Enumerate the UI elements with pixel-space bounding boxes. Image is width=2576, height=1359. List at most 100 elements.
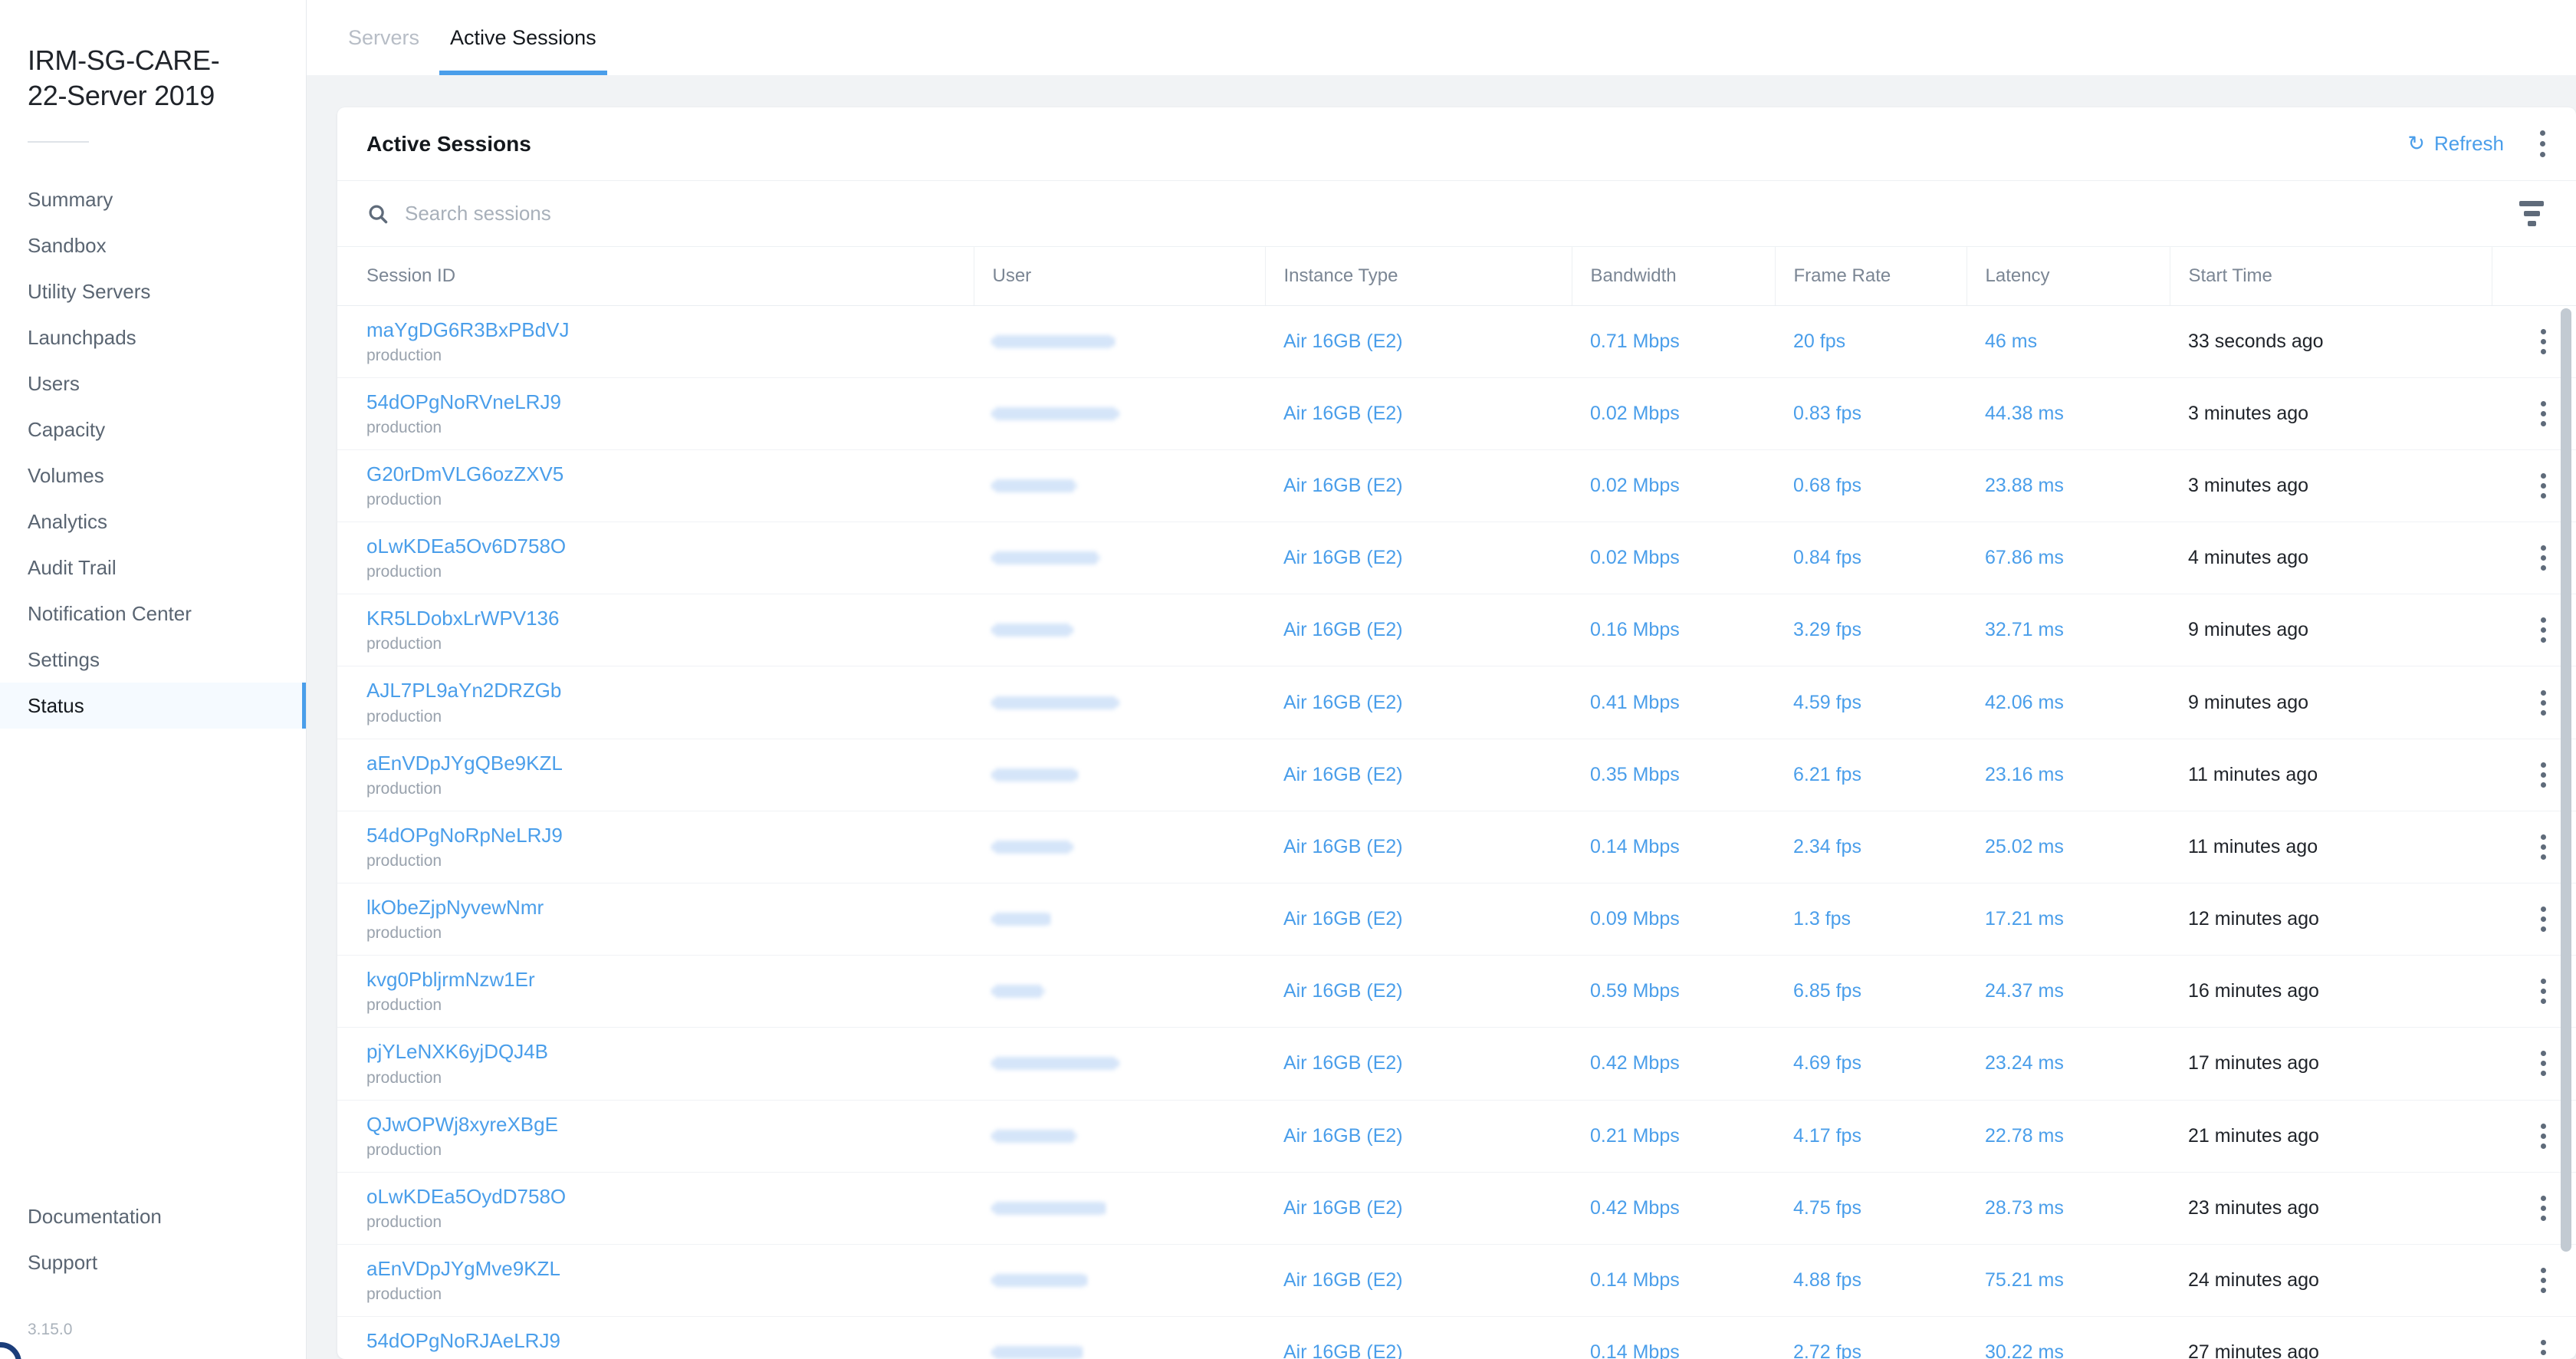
cell-start-time: 9 minutes ago bbox=[2170, 594, 2492, 666]
table-row[interactable]: 54dOPgNoRpNeLRJ9productionAir 16GB (E2)0… bbox=[337, 811, 2576, 883]
sidebar-item-notification-center[interactable]: Notification Center bbox=[0, 591, 306, 637]
refresh-button[interactable]: ↻ Refresh bbox=[2407, 132, 2504, 156]
card-header: Active Sessions ↻ Refresh bbox=[337, 107, 2576, 181]
sidebar-item-volumes[interactable]: Volumes bbox=[0, 452, 306, 499]
sidebar-item-sandbox[interactable]: Sandbox bbox=[0, 222, 306, 268]
cell-bandwidth: 0.21 Mbps bbox=[1572, 1100, 1775, 1172]
cell-session-id: G20rDmVLG6ozZXV5production bbox=[337, 449, 974, 522]
table-row[interactable]: KR5LDobxLrWPV136productionAir 16GB (E2)0… bbox=[337, 594, 2576, 666]
cell-start-time: 33 seconds ago bbox=[2170, 305, 2492, 377]
table-row[interactable]: aEnVDpJYgQBe9KZLproductionAir 16GB (E2)0… bbox=[337, 739, 2576, 811]
cell-session-id: maYgDG6R3BxPBdVJproduction bbox=[337, 305, 974, 377]
refresh-icon: ↻ bbox=[2407, 133, 2425, 154]
sidebar-item-audit-trail[interactable]: Audit Trail bbox=[0, 545, 306, 591]
cell-latency: 67.86 ms bbox=[1967, 522, 2170, 594]
session-id-link[interactable]: maYgDG6R3BxPBdVJ bbox=[366, 318, 974, 342]
column-header-start-time[interactable]: Start Time bbox=[2170, 247, 2492, 305]
table-row[interactable]: 54dOPgNoRVneLRJ9productionAir 16GB (E2)0… bbox=[337, 377, 2576, 449]
cell-start-time: 27 minutes ago bbox=[2170, 1317, 2492, 1359]
tab-servers[interactable]: Servers bbox=[337, 0, 430, 75]
cell-user bbox=[974, 1100, 1265, 1172]
sidebar-item-users[interactable]: Users bbox=[0, 360, 306, 406]
cell-frame-rate: 2.72 fps bbox=[1775, 1317, 1967, 1359]
redacted-user-value bbox=[992, 335, 1115, 348]
session-id-link[interactable]: 54dOPgNoRVneLRJ9 bbox=[366, 390, 974, 414]
table-row[interactable]: kvg0PbljrmNzw1ErproductionAir 16GB (E2)0… bbox=[337, 956, 2576, 1028]
cell-latency: 32.71 ms bbox=[1967, 594, 2170, 666]
sidebar-divider bbox=[28, 141, 89, 143]
session-id-link[interactable]: aEnVDpJYgQBe9KZL bbox=[366, 752, 974, 775]
session-id-link[interactable]: pjYLeNXK6yjDQJ4B bbox=[366, 1040, 974, 1064]
column-header-user[interactable]: User bbox=[974, 247, 1265, 305]
column-header-latency[interactable]: Latency bbox=[1967, 247, 2170, 305]
table-row[interactable]: oLwKDEa5OydD758OproductionAir 16GB (E2)0… bbox=[337, 1172, 2576, 1244]
session-id-link[interactable]: 54dOPgNoRJAeLRJ9 bbox=[366, 1329, 974, 1353]
app-root: IRM-SG-CARE-22-Server 2019 SummarySandbo… bbox=[0, 0, 2576, 1359]
redacted-user-value bbox=[992, 1057, 1119, 1070]
table-row[interactable]: pjYLeNXK6yjDQJ4BproductionAir 16GB (E2)0… bbox=[337, 1028, 2576, 1100]
sidebar-item-utility-servers[interactable]: Utility Servers bbox=[0, 268, 306, 314]
table-vertical-scrollbar[interactable] bbox=[2561, 308, 2571, 1282]
cell-start-time: 16 minutes ago bbox=[2170, 956, 2492, 1028]
sidebar-item-settings[interactable]: Settings bbox=[0, 637, 306, 683]
column-header-instance-type[interactable]: Instance Type bbox=[1265, 247, 1572, 305]
redacted-user-value bbox=[992, 1346, 1084, 1359]
table-row[interactable]: G20rDmVLG6ozZXV5productionAir 16GB (E2)0… bbox=[337, 449, 2576, 522]
session-id-link[interactable]: KR5LDobxLrWPV136 bbox=[366, 607, 974, 630]
cell-user bbox=[974, 377, 1265, 449]
session-env-label: production bbox=[366, 563, 974, 581]
session-id-link[interactable]: kvg0PbljrmNzw1Er bbox=[366, 968, 974, 992]
card-overflow-menu-icon[interactable] bbox=[2535, 126, 2550, 162]
session-env-label: production bbox=[366, 708, 974, 726]
cell-session-id: oLwKDEa5Ov6D758O production bbox=[337, 522, 974, 594]
sidebar-item-launchpads[interactable]: Launchpads bbox=[0, 314, 306, 360]
sidebar-footer: Documentation Support 3.15.0 bbox=[0, 1193, 307, 1359]
cell-bandwidth: 0.42 Mbps bbox=[1572, 1028, 1775, 1100]
table-row[interactable]: QJwOPWj8xyreXBgEproductionAir 16GB (E2)0… bbox=[337, 1100, 2576, 1172]
session-id-link[interactable]: QJwOPWj8xyreXBgE bbox=[366, 1113, 974, 1137]
session-id-link[interactable]: AJL7PL9aYn2DRZGb bbox=[366, 679, 974, 703]
cell-instance-type: Air 16GB (E2) bbox=[1265, 377, 1572, 449]
search-input[interactable] bbox=[405, 202, 2513, 225]
cell-user bbox=[974, 956, 1265, 1028]
cell-bandwidth: 0.14 Mbps bbox=[1572, 811, 1775, 883]
table-row[interactable]: lkObeZjpNyvewNmrproductionAir 16GB (E2)0… bbox=[337, 884, 2576, 956]
cell-bandwidth: 0.35 Mbps bbox=[1572, 739, 1775, 811]
cell-bandwidth: 0.59 Mbps bbox=[1572, 956, 1775, 1028]
session-id-link[interactable]: aEnVDpJYgMve9KZL bbox=[366, 1257, 974, 1281]
session-id-link[interactable]: oLwKDEa5OydD758O bbox=[366, 1185, 974, 1209]
session-env-label: production bbox=[366, 780, 974, 798]
column-header-bandwidth[interactable]: Bandwidth bbox=[1572, 247, 1775, 305]
table-row[interactable]: 54dOPgNoRJAeLRJ9productionAir 16GB (E2)0… bbox=[337, 1317, 2576, 1359]
column-header-session-id[interactable]: Session ID bbox=[337, 247, 974, 305]
cell-user bbox=[974, 522, 1265, 594]
redacted-user-value bbox=[992, 551, 1099, 564]
table-row[interactable]: AJL7PL9aYn2DRZGbproductionAir 16GB (E2)0… bbox=[337, 666, 2576, 739]
cell-start-time: 11 minutes ago bbox=[2170, 811, 2492, 883]
sidebar-item-summary[interactable]: Summary bbox=[0, 176, 306, 222]
session-id-link[interactable]: G20rDmVLG6ozZXV5 bbox=[366, 462, 974, 486]
cell-instance-type: Air 16GB (E2) bbox=[1265, 1028, 1572, 1100]
cell-session-id: 54dOPgNoRpNeLRJ9production bbox=[337, 811, 974, 883]
sidebar-item-capacity[interactable]: Capacity bbox=[0, 406, 306, 452]
column-header-frame-rate[interactable]: Frame Rate bbox=[1775, 247, 1967, 305]
session-id-link[interactable]: lkObeZjpNyvewNmr bbox=[366, 896, 974, 920]
sidebar-item-support[interactable]: Support bbox=[0, 1239, 307, 1285]
filter-icon[interactable] bbox=[2513, 195, 2550, 232]
table-row[interactable]: maYgDG6R3BxPBdVJproductionAir 16GB (E2)0… bbox=[337, 305, 2576, 377]
sidebar-item-documentation[interactable]: Documentation bbox=[0, 1193, 307, 1239]
redacted-user-value bbox=[992, 1130, 1076, 1143]
table-row[interactable]: oLwKDEa5Ov6D758OproductionAir 16GB (E2)0… bbox=[337, 522, 2576, 594]
sidebar-item-analytics[interactable]: Analytics bbox=[0, 499, 306, 545]
table-row[interactable]: aEnVDpJYgMve9KZLproductionAir 16GB (E2)0… bbox=[337, 1244, 2576, 1316]
row-overflow-menu-icon[interactable] bbox=[2510, 1340, 2576, 1359]
session-id-link[interactable]: oLwKDEa5Ov6D758O bbox=[366, 535, 974, 558]
corner-logo-icon bbox=[0, 1342, 21, 1359]
tab-active-sessions[interactable]: Active Sessions bbox=[439, 0, 607, 75]
search-row bbox=[337, 181, 2576, 247]
cell-user bbox=[974, 884, 1265, 956]
sidebar-item-status[interactable]: Status bbox=[0, 683, 306, 729]
table-header-row: Session ID User Instance Type Bandwidth … bbox=[337, 247, 2576, 305]
cell-instance-type: Air 16GB (E2) bbox=[1265, 449, 1572, 522]
session-id-link[interactable]: 54dOPgNoRpNeLRJ9 bbox=[366, 824, 974, 847]
